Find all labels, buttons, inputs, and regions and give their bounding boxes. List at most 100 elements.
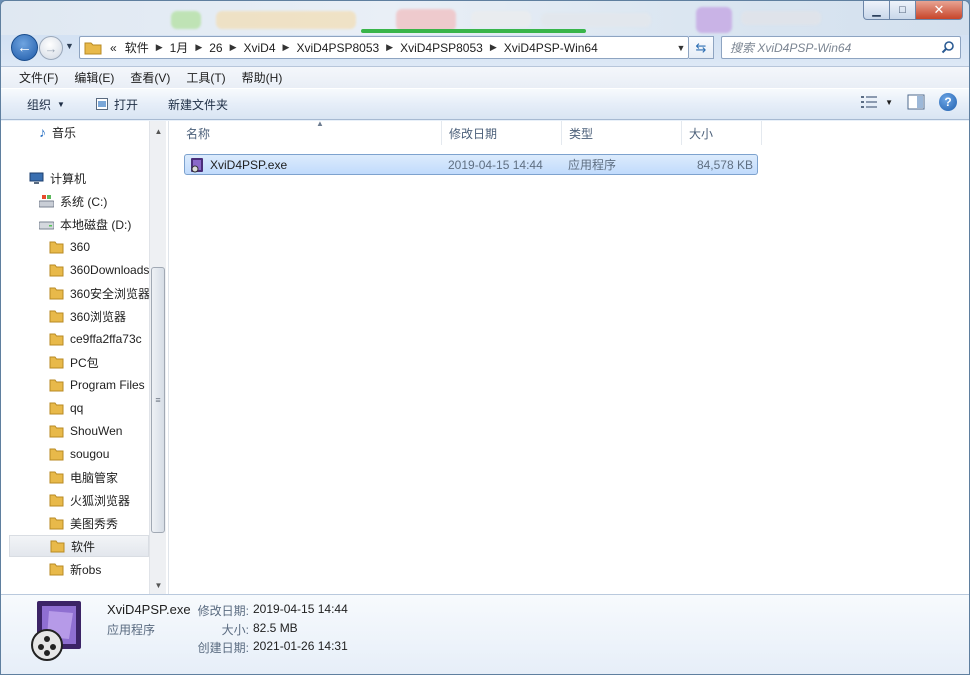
sidebar-item-label: 360 (70, 240, 91, 254)
recent-pages-dropdown[interactable]: ▼ (65, 41, 74, 51)
sidebar-item-folder[interactable]: 360浏览器 (49, 305, 149, 327)
sidebar-item-folder[interactable]: 美图秀秀 (49, 512, 149, 534)
sidebar-item-folder[interactable]: 360 (49, 236, 149, 258)
breadcrumb-item[interactable]: XviD4 (240, 37, 280, 58)
column-header-type[interactable]: 类型 (562, 121, 682, 145)
menu-tools[interactable]: 工具(T) (178, 68, 233, 88)
preview-pane-icon[interactable] (907, 94, 925, 110)
breadcrumb-item[interactable]: 26 (205, 37, 226, 58)
breadcrumb-item[interactable]: 1月 (166, 37, 193, 58)
details-view-icon (861, 96, 878, 108)
forward-button[interactable]: → (39, 36, 63, 60)
chevron-right-icon[interactable]: ▶ (192, 42, 205, 53)
folder-icon (49, 402, 64, 414)
sidebar-item-music[interactable]: ♪ 音乐 (39, 121, 149, 143)
breadcrumb-item[interactable]: 软件 (121, 37, 153, 58)
file-modified: 2019-04-15 14:44 (448, 157, 543, 172)
menu-file[interactable]: 文件(F) (11, 68, 66, 88)
folder-icon (49, 494, 64, 506)
new-folder-label: 新建文件夹 (167, 97, 228, 112)
sidebar-item-label: 360浏览器 (70, 309, 127, 324)
organize-button[interactable]: 组织 ▼ (17, 92, 75, 116)
column-header-size[interactable]: 大小 (682, 121, 762, 145)
breadcrumb-item[interactable]: XviD4PSP8053 (396, 37, 487, 58)
chevron-right-icon[interactable]: ▶ (487, 42, 500, 53)
menu-view[interactable]: 查看(V) (122, 68, 178, 88)
sidebar-item-drive-c[interactable]: 系统 (C:) (39, 190, 149, 212)
sidebar-item-folder[interactable]: Program Files (49, 374, 149, 396)
column-header-modified[interactable]: 修改日期 (442, 121, 562, 145)
address-bar[interactable]: « 软件 ▶ 1月 ▶ 26 ▶ XviD4 ▶ XviD4PSP8053 ▶ … (79, 36, 689, 59)
new-folder-button[interactable]: 新建文件夹 (158, 92, 238, 116)
file-type: 应用程序 (568, 158, 617, 172)
chevron-right-icon[interactable]: ▶ (383, 42, 396, 53)
back-button[interactable]: ← (11, 34, 38, 61)
details-created-label: 创建日期: (197, 641, 249, 655)
close-button[interactable]: ✕ (916, 1, 963, 20)
sidebar-item-drive-d[interactable]: 本地磁盘 (D:) (39, 213, 149, 235)
search-icon[interactable] (941, 40, 955, 54)
navigation-scrollbar[interactable]: ▲ ≡ ▼ (149, 121, 166, 594)
navigation-pane[interactable]: ♪ 音乐 计算机 系统 (C:) 本地磁盘 (D:) 360 360Downlo… (9, 121, 149, 594)
breadcrumb-item-current[interactable]: XviD4PSP-Win64 (500, 37, 602, 58)
folder-icon (49, 287, 64, 299)
sidebar-item-label: ce9ffa2ffa73c (70, 332, 142, 346)
refresh-button[interactable]: ⇆ (689, 36, 714, 59)
chevron-down-icon[interactable]: ▼ (885, 98, 893, 107)
chevron-down-icon: ▼ (57, 99, 65, 109)
sidebar-item-label: 本地磁盘 (D:) (60, 217, 132, 232)
sidebar-item-label: qq (70, 401, 84, 415)
sidebar-item-label: 计算机 (50, 171, 87, 186)
sidebar-item-label: 音乐 (52, 125, 77, 140)
arrow-right-icon: → (44, 40, 58, 56)
help-icon[interactable]: ? (939, 93, 957, 111)
app-icon (191, 157, 203, 172)
navigation-bar: ← → ▼ « 软件 ▶ 1月 ▶ 26 ▶ XviD4 ▶ XviD4PSP8… (1, 31, 969, 63)
sidebar-item-folder[interactable]: 火狐浏览器 (49, 489, 149, 511)
search-input[interactable]: 搜索 XviD4PSP-Win64 (721, 36, 961, 59)
sidebar-item-folder[interactable]: qq (49, 397, 149, 419)
folder-icon (49, 448, 64, 460)
menu-bar: 文件(F) 编辑(E) 查看(V) 工具(T) 帮助(H) (1, 66, 969, 88)
sidebar-item-folder[interactable]: 360Downloads (49, 259, 149, 281)
sidebar-item-folder[interactable]: ShouWen (49, 420, 149, 442)
folder-icon (50, 540, 65, 552)
sidebar-item-folder[interactable]: ce9ffa2ffa73c (49, 328, 149, 350)
file-list[interactable]: 名称 ▲ 修改日期 类型 大小 XviD4PSP.exe 2019-04-15 … (168, 119, 966, 594)
sidebar-item-folder[interactable]: 电脑管家 (49, 466, 149, 488)
breadcrumb-item[interactable]: XviD4PSP8053 (292, 37, 383, 58)
chevron-right-icon[interactable]: ▶ (153, 42, 166, 53)
sidebar-item-label: 软件 (71, 539, 96, 554)
column-header-name[interactable]: 名称 ▲ (179, 119, 442, 145)
details-filename: XviD4PSP.exe (107, 602, 191, 617)
menu-help[interactable]: 帮助(H) (234, 68, 291, 88)
details-size-label: 大小: (221, 623, 249, 637)
scrollbar-thumb[interactable]: ≡ (151, 267, 165, 533)
column-header-label: 名称 (186, 126, 211, 141)
maximize-button[interactable]: □ (890, 1, 916, 20)
music-icon: ♪ (39, 124, 46, 140)
view-controls: ▼ ? (861, 93, 957, 111)
sidebar-item-selected[interactable]: 软件 (9, 535, 149, 557)
sidebar-item-folder[interactable]: sougou (49, 443, 149, 465)
change-view-button[interactable]: ▼ (861, 96, 893, 108)
sidebar-item-folder[interactable]: 新obs (49, 558, 149, 580)
address-history-dropdown[interactable]: ▼ (674, 43, 688, 53)
menu-edit[interactable]: 编辑(E) (66, 68, 122, 88)
scroll-down-arrow-icon[interactable]: ▼ (150, 577, 167, 594)
sidebar-item-computer[interactable]: 计算机 (29, 167, 149, 189)
chevron-right-icon[interactable]: ▶ (280, 42, 293, 53)
breadcrumb-overflow[interactable]: « (106, 37, 121, 58)
file-name: XviD4PSP.exe (210, 157, 288, 172)
sidebar-item-folder[interactable]: PC包 (49, 351, 149, 373)
sidebar-item-label: sougou (70, 447, 110, 461)
details-type: 应用程序 (107, 623, 156, 637)
table-row[interactable]: XviD4PSP.exe 2019-04-15 14:44 应用程序 84,57… (184, 154, 758, 175)
titlebar[interactable] (1, 1, 969, 35)
open-button[interactable]: 打开 (85, 92, 148, 116)
chevron-right-icon[interactable]: ▶ (227, 42, 240, 53)
minimize-button[interactable]: ▁ (863, 1, 890, 20)
caption-buttons: ▁ □ ✕ (863, 1, 963, 20)
scroll-up-arrow-icon[interactable]: ▲ (150, 123, 167, 140)
sidebar-item-folder[interactable]: 360安全浏览器 (49, 282, 149, 304)
